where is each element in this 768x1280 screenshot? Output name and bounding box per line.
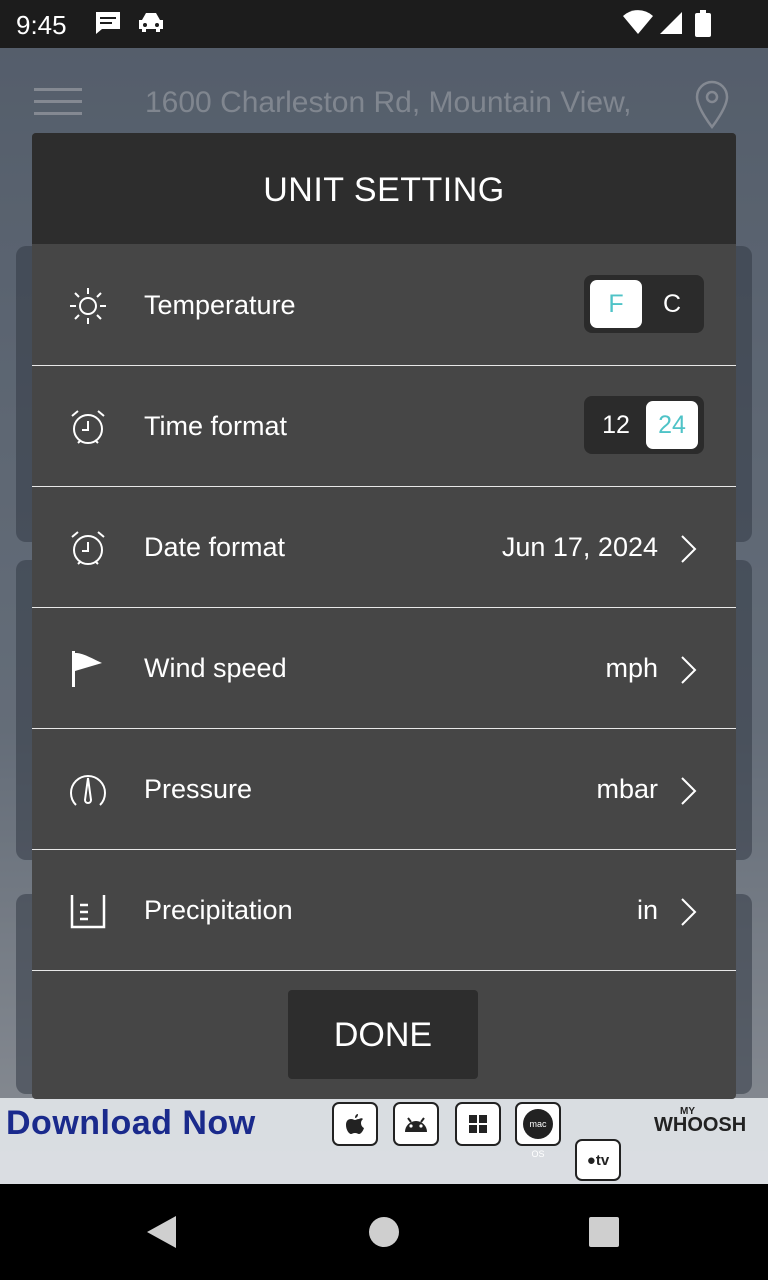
macos-label: mac OS xyxy=(523,1109,553,1159)
sun-icon xyxy=(68,286,108,326)
car-icon xyxy=(136,10,166,41)
time-option-12[interactable]: 12 xyxy=(590,401,642,449)
chevron-right-icon xyxy=(680,655,698,690)
alarm-clock-icon xyxy=(68,528,108,568)
date-format-label: Date format xyxy=(144,532,286,562)
temperature-label: Temperature xyxy=(144,290,296,320)
temperature-option-c[interactable]: C xyxy=(646,280,698,328)
wind-speed-row[interactable]: Wind speed mph xyxy=(32,608,736,729)
ad-banner[interactable]: Download Now mac OS ● tv MY WHOOSH xyxy=(0,1098,768,1184)
wind-flag-icon xyxy=(68,649,108,689)
unit-setting-dialog: UNIT SETTING Temperature F C Time format xyxy=(32,133,736,1099)
ad-download-text: Download Now xyxy=(6,1104,256,1142)
pressure-value: mbar xyxy=(596,774,658,804)
windows-icon xyxy=(455,1102,501,1146)
apple-icon xyxy=(332,1102,378,1146)
battery-icon xyxy=(694,10,712,43)
android-icon xyxy=(393,1102,439,1146)
wifi-icon xyxy=(622,10,654,41)
time-format-toggle[interactable]: 12 24 xyxy=(584,396,704,454)
temperature-option-f[interactable]: F xyxy=(590,280,642,328)
dialog-header: UNIT SETTING xyxy=(32,133,736,244)
message-icon xyxy=(94,10,122,41)
ad-brand-logo: MY WHOOSH xyxy=(654,1106,747,1136)
temperature-unit-toggle[interactable]: F C xyxy=(584,275,704,333)
temperature-row: Temperature F C xyxy=(32,245,736,366)
pressure-label: Pressure xyxy=(144,774,253,804)
date-format-value: Jun 17, 2024 xyxy=(501,532,658,562)
pressure-row[interactable]: Pressure mbar xyxy=(32,729,736,850)
rain-gauge-icon xyxy=(68,891,108,931)
apple-tv-icon: ● tv xyxy=(575,1139,621,1181)
navigation-bar xyxy=(0,1184,768,1280)
time-format-row: Time format 12 24 xyxy=(32,366,736,487)
precipitation-row[interactable]: Precipitation in xyxy=(32,850,736,971)
cell-signal-icon xyxy=(656,10,684,41)
recents-icon[interactable] xyxy=(588,1216,620,1253)
wind-speed-label: Wind speed xyxy=(144,653,287,683)
time-option-24[interactable]: 24 xyxy=(646,401,698,449)
home-icon[interactable] xyxy=(368,1216,400,1253)
gauge-icon xyxy=(68,770,108,810)
alarm-clock-icon xyxy=(68,407,108,447)
time-format-label: Time format xyxy=(144,411,288,441)
macos-icon: mac OS xyxy=(515,1102,561,1159)
date-format-row[interactable]: Date format Jun 17, 2024 xyxy=(32,487,736,608)
status-time: 9:45 xyxy=(16,10,67,40)
wind-speed-value: mph xyxy=(605,653,658,683)
chevron-right-icon xyxy=(680,776,698,811)
back-icon[interactable] xyxy=(144,1214,178,1255)
precipitation-value: in xyxy=(636,895,658,925)
precipitation-label: Precipitation xyxy=(144,895,293,925)
status-bar: 9:45 xyxy=(0,0,768,48)
chevron-right-icon xyxy=(680,897,698,932)
appletv-label: tv xyxy=(595,1151,610,1169)
dialog-title: UNIT SETTING xyxy=(263,171,505,209)
chevron-right-icon xyxy=(680,534,698,569)
done-button[interactable]: DONE xyxy=(288,990,478,1079)
